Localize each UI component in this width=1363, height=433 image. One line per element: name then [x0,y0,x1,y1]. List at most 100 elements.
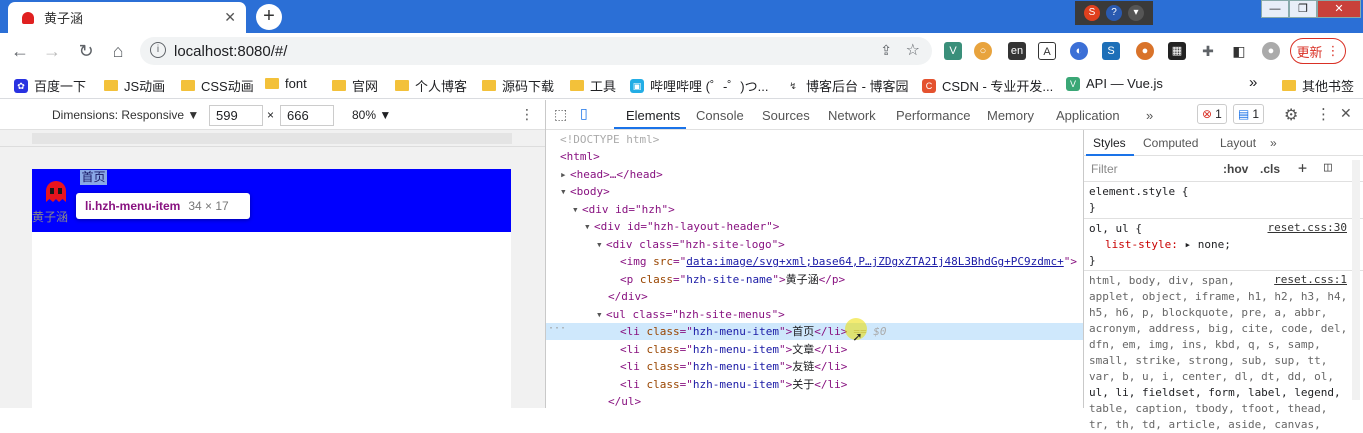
dimensions-dropdown[interactable]: Dimensions: Responsive ▼ [52,108,199,122]
help-icon[interactable]: ? [1106,5,1122,21]
dom-line[interactable]: <li class="hzh-menu-item">友链</li> [546,358,1083,375]
reset-selector-line[interactable]: ul, li, fieldset, form, label, legend, [1089,385,1341,401]
chrome-ext-icon[interactable]: ○ [974,42,992,60]
element-style-rule[interactable]: element.style { [1089,184,1188,200]
lion-ext-icon[interactable]: ● [1136,42,1154,60]
dom-line[interactable]: </div> [546,288,1083,305]
reset-selector-line[interactable]: tr, th, td, article, aside, canvas, [1089,417,1321,433]
tab-styles[interactable]: Styles [1093,136,1126,150]
dom-line[interactable]: ▾ <div class="hzh-site-logo"> [546,236,1083,253]
devtools-more-icon[interactable]: ⋮ [1316,105,1331,123]
extensions-puzzle-icon[interactable]: ✚ [1199,42,1217,60]
cls-toggle[interactable]: .cls [1260,162,1280,176]
update-button[interactable]: 更新 ⋮ [1290,38,1346,64]
reset-selector-line[interactable]: html, body, div, span, [1089,273,1235,289]
bookmark-folder-official[interactable]: 官网 [332,76,378,95]
collapse-triangle-icon[interactable]: ▾ [596,236,606,253]
reload-icon[interactable]: ↻ [74,39,98,63]
dom-line-selected[interactable]: <li class="hzh-menu-item">首页</li> == $0 [546,323,1083,340]
expand-triangle-icon[interactable]: ▸ [560,166,570,183]
dom-line[interactable]: <li class="hzh-menu-item">关于</li> [546,376,1083,393]
bookmark-folder-other[interactable]: 其他书签 [1282,76,1354,95]
reset-selector-line[interactable]: small, strike, strong, sub, sup, tt, [1089,353,1327,369]
collapse-triangle-icon[interactable]: ▾ [572,201,582,218]
collapse-triangle-icon[interactable]: ▾ [596,306,606,323]
dom-line[interactable]: <img src="data:image/svg+xml;base64,P…jZ… [546,253,1083,270]
new-tab-button[interactable]: + [256,4,282,30]
translate-ext-icon[interactable]: en [1008,42,1026,60]
ime-menu-icon[interactable]: ▾ [1128,5,1144,21]
dom-line[interactable]: <p class="hzh-site-name">黄子涵</p> [546,271,1083,288]
minimize-icon[interactable]: — [1261,0,1289,18]
bookmark-baidu[interactable]: ✿ 百度一下 [14,76,86,95]
globe-ext-icon[interactable]: ◐ [1070,42,1088,60]
width-input[interactable]: 599 [209,105,263,126]
tab-application[interactable]: Application [1056,108,1120,123]
vue-devtools-icon[interactable]: V [944,42,962,60]
url-text[interactable]: localhost:8080/#/ [174,43,287,60]
reset-selector-line[interactable]: h5, h6, p, blockquote, pre, a, abbr, [1089,305,1327,321]
forward-icon[interactable]: → [40,39,64,63]
reset-selector-line[interactable]: acronym, address, big, cite, code, del, [1089,321,1347,337]
browser-tab[interactable]: 黄子涵 ✕ [8,2,246,33]
styles-scrollbar[interactable] [1352,160,1360,400]
height-input[interactable]: 666 [280,105,334,126]
bookmark-folder-tools[interactable]: 工具 [570,76,616,95]
bookmark-folder-css[interactable]: CSS动画 [181,76,254,95]
site-info-icon[interactable]: i [150,42,166,58]
maximize-icon[interactable]: ❐ [1289,0,1317,18]
bookmark-cnblogs[interactable]: ↯ 博客后台 - 博客园 [786,76,909,95]
ime-toolbar[interactable]: S ? ▾ [1075,1,1153,25]
s-ext-icon[interactable]: S [1102,42,1120,60]
dom-line[interactable]: </ul> [546,393,1083,410]
new-rule-icon[interactable]: + [1298,159,1307,177]
settings-gear-icon[interactable]: ⚙ [1284,105,1298,125]
tab-elements[interactable]: Elements [626,108,680,123]
error-badge[interactable]: ⊗ 1 [1197,104,1227,124]
bookmark-folder-source[interactable]: 源码下载 [482,76,554,95]
dom-line[interactable]: ▾ <div id="hzh"> [546,201,1083,218]
close-tab-icon[interactable]: ✕ [224,9,236,26]
ol-ul-selector[interactable]: ol, ul { [1089,221,1142,237]
tab-layout[interactable]: Layout [1220,136,1256,150]
window-close-icon[interactable]: ✕ [1317,0,1361,18]
dom-line[interactable]: <li class="hzh-menu-item">文章</li> [546,341,1083,358]
reset-css-1-link[interactable]: reset.css:1 [1274,273,1347,286]
hov-toggle[interactable]: :hov [1223,162,1248,176]
menu-item-home-highlighted[interactable]: 首页 [80,170,107,185]
tab-computed[interactable]: Computed [1143,136,1198,150]
device-more-icon[interactable]: ⋮ [520,106,534,123]
dom-line[interactable]: ▾ <body> [546,183,1083,200]
sogou-icon[interactable]: S [1084,5,1100,21]
back-icon[interactable]: ← [8,39,32,63]
dom-line[interactable]: <!DOCTYPE html> [546,131,1083,148]
tab-console[interactable]: Console [696,108,744,123]
reset-selector-line[interactable]: dfn, em, img, ins, kbd, q, s, samp, [1089,337,1321,353]
address-bar[interactable]: i localhost:8080/#/ ⇪ ☆ [140,37,932,65]
styles-filter-input[interactable]: Filter [1091,162,1118,176]
styles-tabs-overflow[interactable]: » [1270,136,1277,150]
collapse-triangle-icon[interactable]: ▾ [560,183,570,200]
tab-memory[interactable]: Memory [987,108,1034,123]
bookmark-csdn[interactable]: C CSDN - 专业开发... [922,76,1053,95]
bookmark-folder-js[interactable]: JS动画 [104,76,165,95]
expand-triangle-icon[interactable]: ▸ [1184,238,1191,251]
bookmark-folder-blog[interactable]: 个人博客 [395,76,467,95]
device-toggle-icon[interactable]: ▯ [580,105,588,122]
reset-selector-line[interactable]: applet, object, iframe, h1, h2, h3, h4, [1089,289,1347,305]
bookmark-vue[interactable]: V API — Vue.js [1066,76,1163,91]
grid-ext-icon[interactable]: ▦ [1168,42,1186,60]
dom-line[interactable]: ▾ <ul class="hzh-site-menus"> [546,306,1083,323]
inspect-element-icon[interactable]: ⬚ [554,106,567,123]
reset-selector-line[interactable]: table, caption, tbody, tfoot, thead, [1089,401,1327,417]
bookmark-bilibili[interactable]: ▣ 哔哩哔哩 (゜-゜)つ... [630,76,768,95]
devtools-close-icon[interactable]: ✕ [1340,105,1352,122]
tab-network[interactable]: Network [828,108,876,123]
collapse-triangle-icon[interactable]: ▾ [584,218,594,235]
side-panel-icon[interactable]: ◧ [1230,42,1248,60]
tab-performance[interactable]: Performance [896,108,970,123]
tab-sources[interactable]: Sources [762,108,810,123]
bookmark-folder-font[interactable]: font [265,76,307,91]
zoom-dropdown[interactable]: 80% ▼ [352,108,391,122]
dom-line[interactable]: ▾ <div id="hzh-layout-header"> [546,218,1083,235]
